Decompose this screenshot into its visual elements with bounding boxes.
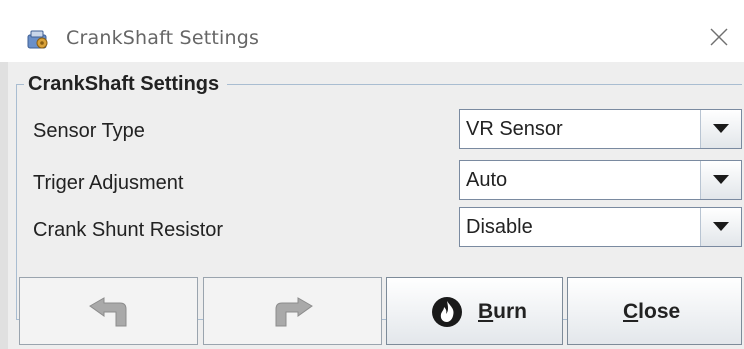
sensor-type-dropdown-button[interactable]: [700, 110, 741, 148]
chevron-down-icon: [713, 222, 729, 231]
crank-shunt-resistor-select[interactable]: Disable: [459, 207, 742, 247]
trigger-adjustment-select[interactable]: Auto: [459, 160, 742, 200]
undo-icon: [89, 297, 127, 327]
crank-shunt-resistor-value: Disable: [466, 216, 533, 238]
burn-button[interactable]: Burn: [386, 277, 563, 345]
trigger-adjustment-dropdown-button[interactable]: [700, 161, 741, 199]
trigger-adjustment-value: Auto: [466, 169, 508, 191]
chevron-down-icon: [713, 175, 729, 184]
chevron-down-icon: [713, 124, 729, 133]
crank-shunt-resistor-dropdown-button[interactable]: [700, 208, 741, 246]
close-icon[interactable]: [708, 26, 730, 48]
title-bar: CrankShaft Settings: [0, 0, 744, 62]
settings-panel: CrankShaft Settings Sensor Type VR Senso…: [0, 62, 744, 349]
app-icon: [27, 30, 48, 49]
burn-label: Burn: [478, 300, 527, 323]
redo-icon: [275, 297, 313, 327]
group-title: CrankShaft Settings: [24, 73, 228, 96]
redo-button[interactable]: [203, 277, 382, 345]
close-button[interactable]: Close: [567, 277, 742, 345]
sensor-type-select[interactable]: VR Sensor: [459, 109, 742, 149]
crank-shunt-resistor-label: Crank Shunt Resistor: [33, 219, 224, 241]
flame-icon: [432, 297, 462, 327]
sensor-type-value: VR Sensor: [466, 118, 563, 140]
left-edge: [0, 62, 8, 349]
trigger-adjustment-label: Triger Adjusment: [33, 172, 184, 194]
undo-button[interactable]: [19, 277, 198, 345]
window-title: CrankShaft Settings: [66, 27, 260, 49]
sensor-type-label: Sensor Type: [33, 120, 145, 142]
close-label: Close: [623, 300, 681, 323]
